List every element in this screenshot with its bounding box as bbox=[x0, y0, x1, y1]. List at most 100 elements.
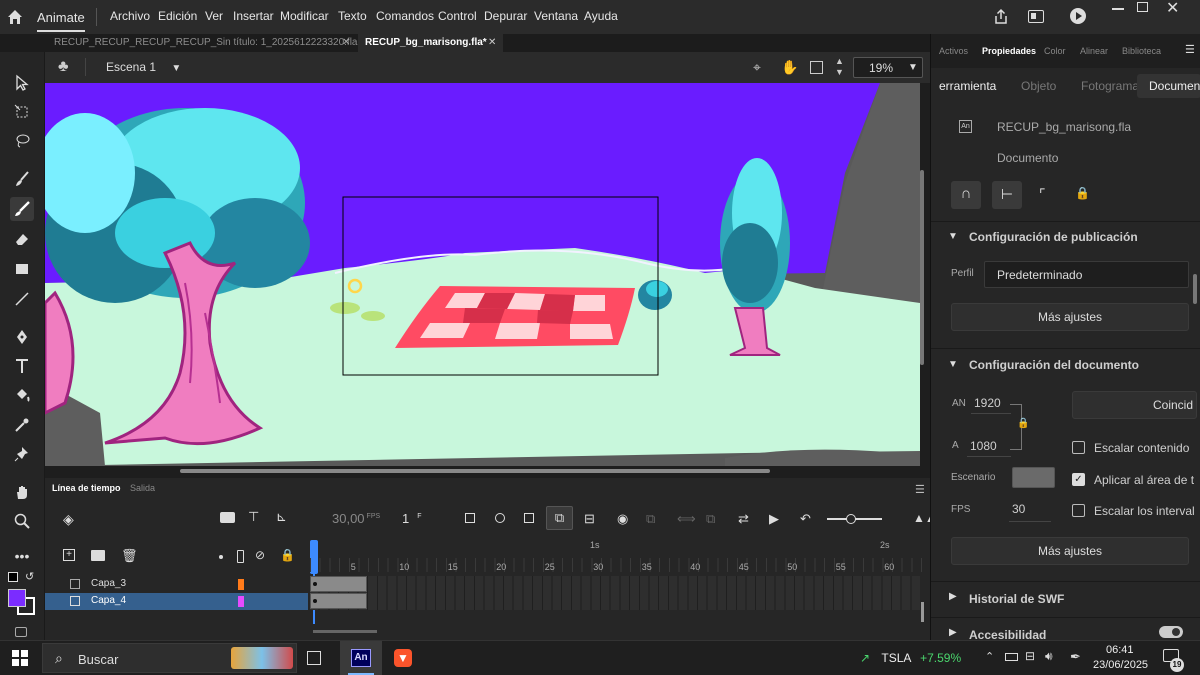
menu-item-10[interactable]: Ayuda bbox=[584, 9, 618, 23]
network-icon[interactable]: ⊟ bbox=[1025, 649, 1035, 663]
more-tools-icon[interactable]: ••• bbox=[10, 544, 34, 568]
highlight-dot-icon[interactable] bbox=[219, 555, 223, 559]
menu-item-0[interactable]: Archivo bbox=[110, 9, 150, 23]
doc-section-title[interactable]: Configuración del documento bbox=[969, 358, 1139, 372]
insert-frame-icon[interactable] bbox=[524, 513, 534, 523]
minimize-icon[interactable] bbox=[1112, 8, 1124, 10]
taskbar-search[interactable]: ⌕ Buscar bbox=[42, 643, 297, 673]
brush-tool-icon[interactable] bbox=[10, 167, 34, 191]
zoom-stepper-icon[interactable]: ▲ ▼ bbox=[835, 56, 844, 78]
more-settings-button-2[interactable]: Más ajustes bbox=[951, 537, 1189, 565]
menu-item-6[interactable]: Comandos bbox=[376, 9, 434, 23]
layer-row[interactable]: Capa_3 bbox=[45, 576, 308, 593]
menu-item-4[interactable]: Modificar bbox=[280, 9, 329, 23]
play-icon[interactable]: ▶ bbox=[769, 511, 779, 527]
lock-icon[interactable]: 🔒 bbox=[280, 548, 295, 562]
windows-start-icon[interactable] bbox=[12, 650, 28, 666]
lasso-tool-icon[interactable] bbox=[10, 129, 34, 153]
visibility-icon[interactable]: ⊘ bbox=[255, 548, 265, 562]
ruler-icon[interactable]: ⌜ bbox=[1039, 186, 1046, 203]
panel-tab-0[interactable]: Activos bbox=[939, 46, 968, 56]
close-icon[interactable]: ✕ bbox=[1166, 0, 1179, 18]
insert-blank-keyframe-icon[interactable] bbox=[495, 513, 505, 523]
club-scene-icon[interactable]: ♣ bbox=[58, 58, 69, 76]
home-icon[interactable] bbox=[6, 8, 24, 26]
tab-output[interactable]: Salida bbox=[130, 483, 155, 493]
rotate-colors-icon[interactable]: ↺ bbox=[25, 570, 34, 583]
play-test-icon[interactable] bbox=[1070, 8, 1086, 24]
menu-item-3[interactable]: Insertar bbox=[233, 9, 274, 23]
line-tool-icon[interactable] bbox=[10, 287, 34, 311]
tween-icon[interactable]: ⟺ bbox=[677, 511, 696, 527]
stage-color-swatch[interactable] bbox=[1012, 467, 1055, 488]
onion-skin-icon[interactable]: ◉ bbox=[617, 511, 628, 527]
edit-multiple-frames-icon[interactable]: ⧉ bbox=[646, 511, 655, 527]
battery-icon[interactable] bbox=[1005, 653, 1018, 661]
pen-icon[interactable]: ✒ bbox=[1070, 649, 1081, 665]
keyframe-dot[interactable] bbox=[313, 582, 317, 586]
frame-value[interactable]: 1F bbox=[402, 511, 422, 526]
panel-scroll[interactable] bbox=[1193, 274, 1197, 304]
rectangle-tool-icon[interactable] bbox=[10, 257, 34, 281]
panel-menu-icon[interactable]: ☰ bbox=[915, 483, 925, 496]
stage-scroll-vertical[interactable] bbox=[920, 170, 924, 365]
options-icon[interactable] bbox=[15, 627, 27, 637]
share-icon[interactable] bbox=[992, 8, 1010, 29]
align-to-stage-icon[interactable]: ⊢ bbox=[992, 181, 1022, 209]
menu-item-2[interactable]: Ver bbox=[205, 9, 223, 23]
eyedropper-tool-icon[interactable] bbox=[10, 413, 34, 437]
brave-browser-icon[interactable]: ▼ bbox=[394, 649, 412, 667]
panel-menu-icon[interactable]: ☰ bbox=[1185, 43, 1195, 56]
panel-tab-1[interactable]: Propiedades bbox=[982, 46, 1036, 56]
pin-tool-icon[interactable] bbox=[10, 442, 34, 466]
selection-tool-icon[interactable] bbox=[10, 71, 34, 95]
delete-layer-icon[interactable]: 🗑 bbox=[121, 548, 138, 564]
tray-chevron-icon[interactable]: ⌃ bbox=[985, 650, 994, 663]
more-settings-button[interactable]: Más ajustes bbox=[951, 303, 1189, 331]
tab-timeline[interactable]: Línea de tiempo bbox=[52, 483, 121, 493]
chevron-down-icon[interactable]: ▼ bbox=[948, 359, 958, 370]
lock-icon[interactable]: 🔒 bbox=[1075, 186, 1090, 200]
zoom-timeline-slider[interactable] bbox=[827, 514, 882, 524]
chevron-right-icon[interactable]: ▶ bbox=[949, 627, 957, 638]
scale-content-checkbox[interactable] bbox=[1072, 441, 1085, 454]
graph-icon[interactable]: ⊾ bbox=[276, 509, 287, 525]
scale-intervals-checkbox[interactable] bbox=[1072, 504, 1085, 517]
fps-field[interactable]: 30 bbox=[1012, 502, 1025, 516]
document-tab-active[interactable]: RECUP_bg_marisong.fla* ✕ bbox=[358, 34, 503, 52]
fill-color-swatch[interactable] bbox=[8, 589, 26, 607]
height-field[interactable]: 1080 bbox=[970, 439, 997, 453]
loop-icon[interactable]: ⇄ bbox=[738, 511, 749, 527]
accessibility-toggle[interactable] bbox=[1159, 626, 1183, 638]
new-layer-icon[interactable]: + bbox=[63, 549, 75, 561]
keyframe-dot[interactable] bbox=[313, 599, 317, 603]
eraser-tool-icon[interactable] bbox=[10, 227, 34, 251]
clock-date[interactable]: 23/06/2025 bbox=[1093, 659, 1148, 671]
panel-subtab-1[interactable]: Objeto bbox=[1013, 74, 1064, 98]
paint-bucket-tool-icon[interactable] bbox=[10, 383, 34, 407]
stage-area[interactable] bbox=[45, 83, 920, 466]
panel-subtab-3[interactable]: Documen bbox=[1137, 74, 1200, 98]
parenting-icon[interactable]: ⊤ bbox=[248, 509, 259, 525]
scene-selector[interactable]: Escena 1 ▼ bbox=[106, 60, 181, 74]
width-field[interactable]: 1920 bbox=[974, 396, 1001, 410]
timeline-scroll[interactable] bbox=[921, 602, 924, 622]
link-lock-icon[interactable]: 🔒 bbox=[1017, 418, 1029, 429]
task-view-icon[interactable] bbox=[307, 651, 321, 665]
snap-magnet-icon[interactable]: ∩ bbox=[951, 181, 981, 209]
layer-row-selected[interactable]: Capa_4 bbox=[45, 593, 308, 610]
swap-colors-icon[interactable] bbox=[8, 572, 18, 582]
apply-checkbox[interactable]: ✓ bbox=[1072, 473, 1085, 486]
document-tab[interactable]: RECUP_RECUP_RECUP_RECUP_Sin título: 1_20… bbox=[46, 34, 358, 52]
publish-section-title[interactable]: Configuración de publicación bbox=[969, 230, 1138, 244]
match-contents-button[interactable]: Coincid bbox=[1072, 391, 1197, 419]
chevron-down-icon[interactable]: ▼ bbox=[948, 231, 958, 242]
center-stage-icon[interactable]: ⌖ bbox=[753, 59, 761, 76]
stock-widget[interactable]: ↗ TSLA +7.59% bbox=[860, 651, 961, 665]
layers-icon[interactable]: ◈ bbox=[63, 511, 74, 528]
hand-tool-icon[interactable] bbox=[10, 480, 34, 504]
menu-item-5[interactable]: Texto bbox=[338, 9, 367, 23]
new-folder-icon[interactable] bbox=[91, 550, 105, 561]
paint-brush-tool-icon[interactable] bbox=[10, 197, 34, 221]
maximize-icon[interactable] bbox=[1137, 2, 1148, 12]
